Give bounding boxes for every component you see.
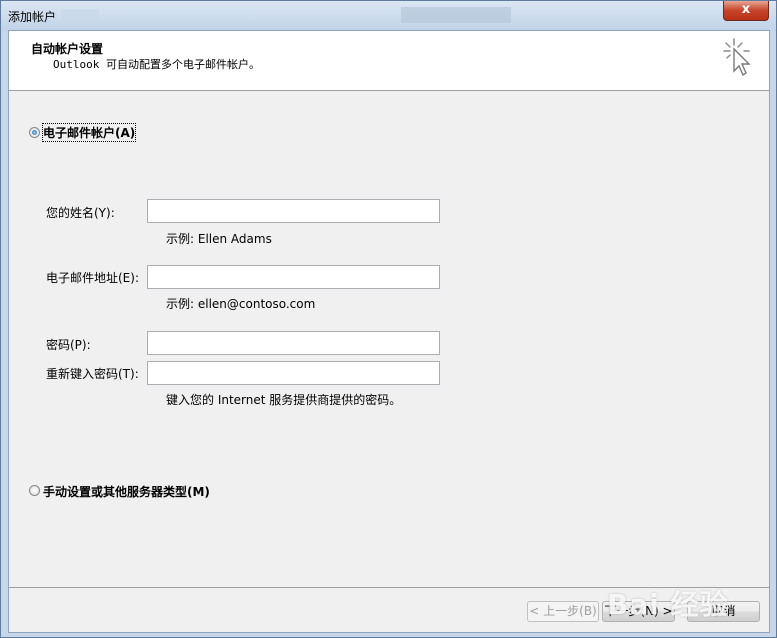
baidu-watermark: Bai 经验	[607, 583, 729, 623]
manual-setup-radio[interactable]	[29, 485, 40, 496]
email-label: 电子邮件地址(E):	[46, 271, 139, 285]
watermark-text: Bai 经验	[607, 588, 729, 621]
title-bar[interactable]: 添加帐户 x	[1, 1, 776, 31]
close-icon: x	[741, 2, 751, 17]
name-input[interactable]	[147, 199, 440, 223]
background-blur	[401, 7, 511, 23]
add-account-window: 添加帐户 x 自动帐户设置 Outlook 可自动配置多个电子邮件帐户。 电子邮…	[0, 0, 777, 638]
name-label: 您的姓名(Y):	[46, 206, 115, 220]
window-title: 添加帐户	[8, 10, 57, 24]
email-example-hint: 示例: ellen@contoso.com	[166, 297, 316, 311]
email-account-radio[interactable]	[29, 127, 40, 138]
email-account-label[interactable]: 电子邮件帐户(A)	[41, 123, 137, 142]
dialog-header: 自动帐户设置 Outlook 可自动配置多个电子邮件帐户。	[9, 31, 769, 91]
retype-password-label: 重新键入密码(T):	[46, 367, 139, 381]
cursor-sparkle-icon	[723, 38, 751, 77]
email-input[interactable]	[147, 265, 440, 289]
password-label: 密码(P):	[46, 338, 91, 352]
password-hint: 键入您的 Internet 服务提供商提供的密码。	[166, 393, 402, 407]
background-blur	[61, 9, 99, 23]
back-button[interactable]: < 上一步(B)	[527, 601, 599, 622]
retype-password-input[interactable]	[147, 361, 440, 385]
dialog-content: 自动帐户设置 Outlook 可自动配置多个电子邮件帐户。 电子邮件帐户(A) …	[8, 30, 770, 633]
close-button[interactable]: x	[723, 1, 769, 21]
password-input[interactable]	[147, 331, 440, 355]
name-example-hint: 示例: Ellen Adams	[166, 232, 272, 246]
manual-setup-label[interactable]: 手动设置或其他服务器类型(M)	[43, 483, 210, 500]
page-title: 自动帐户设置	[31, 42, 104, 56]
page-subtitle: Outlook 可自动配置多个电子邮件帐户。	[53, 58, 260, 71]
